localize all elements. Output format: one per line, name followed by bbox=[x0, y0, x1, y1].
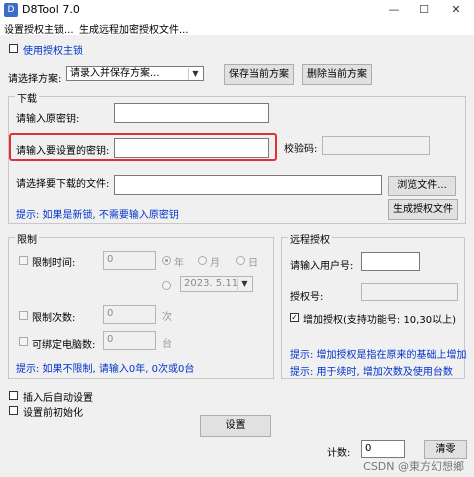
original-key-label: 请输入原密钥: bbox=[16, 114, 80, 125]
setup-button[interactable]: 设置 bbox=[200, 415, 271, 437]
chevron-down-icon: ▼ bbox=[237, 278, 251, 290]
limit-time-input[interactable]: 0 bbox=[103, 251, 156, 270]
radio-year[interactable] bbox=[162, 256, 171, 265]
limit-machines-checkbox[interactable] bbox=[19, 337, 28, 346]
auto-after-insert-checkbox[interactable] bbox=[9, 391, 18, 400]
menu-generate-remote-file[interactable]: 生成远程加密授权文件... bbox=[79, 21, 189, 36]
limit-count-label: 限制次数: bbox=[32, 313, 76, 324]
scheme-select-value: 请录入并保存方案... bbox=[70, 68, 160, 79]
increase-auth-label: 增加授权(支持功能号: 10,30以上) bbox=[303, 315, 456, 326]
limit-time-label: 限制时间: bbox=[32, 258, 76, 269]
init-before-set-checkbox[interactable] bbox=[9, 406, 18, 415]
minimize-button[interactable]: — bbox=[380, 1, 408, 19]
file-label: 请选择要下载的文件: bbox=[16, 179, 110, 190]
scheme-select[interactable]: 请录入并保存方案... ▼ bbox=[66, 66, 204, 81]
download-group-title: 下载 bbox=[15, 90, 39, 105]
counter-field: 0 bbox=[361, 440, 405, 458]
new-key-input[interactable] bbox=[114, 138, 269, 158]
title-bar: D D8Tool 7.0 — ☐ ✕ bbox=[0, 0, 474, 21]
checksum-label: 校验码: bbox=[284, 144, 318, 155]
close-button[interactable]: ✕ bbox=[442, 1, 470, 19]
limits-hint: 提示: 如果不限制, 请输入0年, 0次或0台 bbox=[16, 364, 195, 375]
radio-month-label: 月 bbox=[210, 258, 220, 269]
generate-auth-file-button[interactable]: 生成授权文件 bbox=[388, 199, 458, 220]
limit-date-value: 2023. 5.11 bbox=[184, 278, 239, 289]
menu-set-master-lock[interactable]: 设置授权主锁... bbox=[4, 21, 74, 36]
increase-auth-checkbox[interactable]: ✓ bbox=[290, 313, 299, 322]
limit-time-checkbox[interactable] bbox=[19, 256, 28, 265]
limit-machines-input[interactable]: 0 bbox=[103, 331, 156, 350]
original-key-input[interactable] bbox=[114, 103, 269, 123]
radio-day-label: 日 bbox=[248, 258, 258, 269]
download-hint: 提示: 如果是新锁, 不需要输入原密钥 bbox=[16, 210, 179, 221]
new-key-label: 请输入要设置的密钥: bbox=[16, 146, 110, 157]
menu-bar: 设置授权主锁... 生成远程加密授权文件... bbox=[0, 20, 474, 36]
counter-label: 计数: bbox=[327, 448, 351, 459]
auth-number-label: 授权号: bbox=[290, 292, 324, 303]
app-icon: D bbox=[4, 3, 18, 17]
limit-date-picker[interactable]: 2023. 5.11 ▼ bbox=[180, 276, 253, 292]
auth-number-field bbox=[361, 283, 458, 301]
limit-count-checkbox[interactable] bbox=[19, 311, 28, 320]
scheme-label: 请选择方案: bbox=[8, 74, 62, 85]
browse-file-button[interactable]: 浏览文件... bbox=[388, 176, 456, 196]
limit-count-unit: 次 bbox=[162, 312, 172, 323]
window-title: D8Tool 7.0 bbox=[22, 3, 80, 16]
use-master-lock-label: 使用授权主锁 bbox=[23, 46, 83, 57]
use-master-lock-checkbox[interactable] bbox=[9, 44, 18, 53]
radio-day[interactable] bbox=[236, 256, 245, 265]
delete-scheme-button[interactable]: 删除当前方案 bbox=[302, 64, 372, 85]
app-window: D D8Tool 7.0 — ☐ ✕ 设置授权主锁... 生成远程加密授权文件.… bbox=[0, 0, 474, 477]
chevron-down-icon: ▼ bbox=[188, 68, 202, 80]
limit-machines-label: 可绑定电脑数: bbox=[32, 340, 96, 351]
watermark-text: CSDN @東方幻想鄉 bbox=[363, 460, 464, 473]
user-number-label: 请输入用户号: bbox=[290, 261, 354, 272]
auto-after-insert-label: 插入后自动设置 bbox=[23, 393, 93, 404]
radio-date[interactable] bbox=[162, 281, 171, 290]
remote-hint-1: 提示: 增加授权是指在原来的基础上增加 bbox=[290, 350, 467, 361]
limit-count-input[interactable]: 0 bbox=[103, 305, 156, 324]
clear-counter-button[interactable]: 清零 bbox=[424, 440, 467, 459]
save-scheme-button[interactable]: 保存当前方案 bbox=[224, 64, 294, 85]
limit-machines-unit: 台 bbox=[162, 339, 172, 350]
remote-hint-2: 提示: 用于续时, 增加次数及使用台数 bbox=[290, 367, 453, 378]
init-before-set-label: 设置前初始化 bbox=[23, 408, 83, 419]
user-number-input[interactable] bbox=[361, 252, 420, 271]
radio-year-label: 年 bbox=[174, 258, 184, 269]
checksum-field bbox=[322, 136, 430, 155]
remote-group-title: 远程授权 bbox=[288, 231, 332, 246]
radio-month[interactable] bbox=[198, 256, 207, 265]
maximize-button[interactable]: ☐ bbox=[410, 1, 438, 19]
limits-group-title: 限制 bbox=[15, 231, 39, 246]
file-path-input[interactable] bbox=[114, 175, 382, 195]
